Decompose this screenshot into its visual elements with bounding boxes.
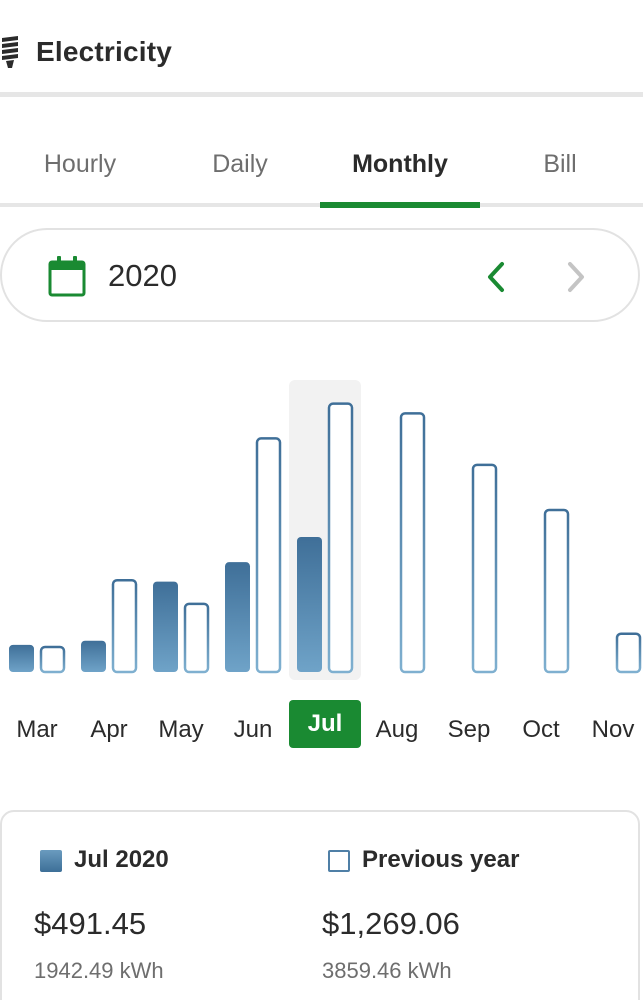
current-kwh: 1942.49 kWh [34,958,164,983]
monthly-usage-chart: Mar Apr May Jun Jul Aug Sep Oct Nov [0,370,643,760]
legend-previous-label: Previous year [362,846,520,873]
bar-current-apr[interactable] [81,640,106,672]
tab-daily[interactable]: Daily [160,122,320,202]
bar-current-jul[interactable] [297,536,322,672]
page-title: Electricity [36,36,173,67]
tab-bill[interactable]: Bill [480,122,640,202]
bar-previous-nov[interactable] [615,632,642,674]
month-label-sep[interactable]: Sep [433,710,505,750]
bar-current-may[interactable] [153,581,178,672]
bar-previous-may[interactable] [183,602,210,674]
app-header: Electricity [0,0,643,97]
summary-card: Jul 2020 Previous year $491.45 $1,269.06… [0,810,640,1000]
previous-kwh: 3859.46 kWh [322,958,452,983]
legend-previous-swatch [328,850,350,872]
month-label-mar[interactable]: Mar [1,710,73,750]
bar-previous-mar[interactable] [39,645,66,674]
previous-amount: $1,269.06 [322,906,460,941]
chart-bars [9,380,642,680]
bar-previous-oct[interactable] [543,508,570,674]
chevron-right-icon[interactable] [558,256,594,298]
lightbulb-icon [2,36,18,68]
month-label-nov[interactable]: Nov [577,710,643,750]
month-label-oct[interactable]: Oct [505,710,577,750]
legend-current-swatch [40,850,62,872]
bar-previous-aug[interactable] [399,412,426,674]
legend-current-label: Jul 2020 [74,846,169,873]
active-tab-indicator [320,202,480,208]
month-label-jul[interactable]: Jul [289,700,361,748]
bar-previous-jul[interactable] [327,402,354,674]
tab-monthly[interactable]: Monthly [320,122,480,202]
view-tabs: Hourly Daily Monthly Bill [0,122,643,208]
tab-hourly[interactable]: Hourly [0,122,160,202]
month-label-aug[interactable]: Aug [361,710,433,750]
bar-previous-sep[interactable] [471,463,498,674]
current-amount: $491.45 [34,906,147,941]
month-label-may[interactable]: May [145,710,217,750]
month-label-apr[interactable]: Apr [73,710,145,750]
bar-current-jun[interactable] [225,562,250,672]
bar-previous-apr[interactable] [111,578,138,674]
year-selector[interactable]: 2020 [0,228,640,322]
chevron-left-icon[interactable] [478,256,514,298]
year-label: 2020 [108,258,177,293]
bar-previous-jun[interactable] [255,437,282,674]
calendar-icon [48,256,86,297]
header-divider [0,92,643,97]
bar-current-mar[interactable] [9,644,34,672]
month-label-jun[interactable]: Jun [217,710,289,750]
